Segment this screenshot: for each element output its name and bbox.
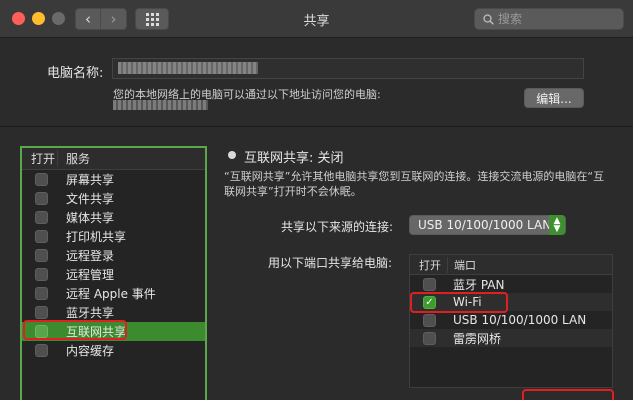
service-label: 蓝牙共享 (66, 306, 115, 320)
service-checkbox[interactable] (35, 192, 48, 205)
redacted-computer-name (118, 62, 258, 74)
highlight-wifi (410, 292, 508, 313)
search-field[interactable] (474, 8, 624, 30)
computer-name-label: 电脑名称: (47, 66, 104, 81)
share-from-label: 共享以下来源的连接: (281, 220, 394, 234)
section-divider (0, 126, 633, 127)
service-checkbox[interactable] (35, 268, 48, 281)
service-row[interactable]: 屏幕共享 (22, 170, 205, 189)
port-label: USB 10/100/1000 LAN (453, 313, 587, 327)
service-checkbox[interactable] (35, 344, 48, 357)
search-input[interactable] (498, 12, 608, 26)
service-label: 远程管理 (66, 268, 115, 282)
service-label: 屏幕共享 (66, 173, 115, 187)
ports-label: 用以下端口共享给电脑: (268, 256, 393, 270)
ports-list-header: 打开 端口 (410, 255, 612, 275)
service-checkbox[interactable] (35, 287, 48, 300)
service-row[interactable]: 媒体共享 (22, 208, 205, 227)
status-indicator (228, 151, 236, 159)
service-label: 媒体共享 (66, 211, 115, 225)
service-row[interactable]: 内容缓存 (22, 341, 205, 360)
port-checkbox[interactable] (423, 277, 436, 291)
service-label: 文件共享 (66, 192, 115, 206)
highlight-internet-sharing (23, 320, 127, 340)
edit-button[interactable]: 编辑... (524, 88, 584, 108)
service-row[interactable]: 远程 Apple 事件 (22, 284, 205, 303)
service-checkbox[interactable] (35, 211, 48, 224)
services-list: 打开 服务 屏幕共享文件共享媒体共享打印机共享远程登录远程管理远程 Apple … (20, 146, 207, 400)
services-list-header: 打开 服务 (22, 148, 205, 170)
service-label: 内容缓存 (66, 344, 115, 358)
share-from-value: USB 10/100/1000 LAN (418, 218, 552, 232)
share-from-select[interactable]: USB 10/100/1000 LAN ▲ ▼ (409, 215, 566, 235)
title-bar: ‹ › 共享 (0, 0, 633, 38)
column-header-service[interactable]: 服务 (58, 150, 90, 167)
port-label: 雷雳网桥 (453, 331, 502, 346)
service-row[interactable]: 打印机共享 (22, 227, 205, 246)
port-row[interactable]: 雷雳网桥 (410, 329, 612, 347)
ports-list: 打开 端口 蓝牙 PAN ✓ Wi-Fi USB 10/100/1000 LAN 雷雳网… (409, 254, 613, 388)
highlight-bottom-button (522, 389, 614, 400)
port-label: 蓝牙 PAN (453, 277, 505, 292)
service-label: 远程 Apple 事件 (66, 287, 156, 301)
service-row[interactable]: 远程管理 (22, 265, 205, 284)
ports-column-header-port[interactable]: 端口 (448, 257, 476, 273)
service-label: 打印机共享 (66, 230, 127, 244)
select-arrows-icon: ▲ ▼ (549, 215, 565, 235)
port-row[interactable]: USB 10/100/1000 LAN (410, 311, 612, 329)
port-checkbox[interactable] (423, 331, 436, 345)
redacted-local-address (113, 100, 208, 110)
service-checkbox[interactable] (35, 306, 48, 319)
sharing-description: “互联网共享”允许其他电脑共享您到互联网的连接。连接交流电源的电脑在“互联网共享… (224, 170, 605, 198)
column-header-open[interactable]: 打开 (22, 150, 58, 167)
search-icon (483, 13, 494, 25)
service-checkbox[interactable] (35, 249, 48, 262)
ports-column-header-open[interactable]: 打开 (410, 256, 448, 273)
port-checkbox[interactable] (423, 313, 436, 327)
service-label: 远程登录 (66, 249, 115, 263)
service-row[interactable]: 远程登录 (22, 246, 205, 265)
service-checkbox[interactable] (35, 173, 48, 186)
port-row[interactable]: 蓝牙 PAN (410, 275, 612, 293)
sharing-status: 互联网共享: 关闭 (244, 151, 344, 166)
service-row[interactable]: 文件共享 (22, 189, 205, 208)
service-checkbox[interactable] (35, 230, 48, 243)
